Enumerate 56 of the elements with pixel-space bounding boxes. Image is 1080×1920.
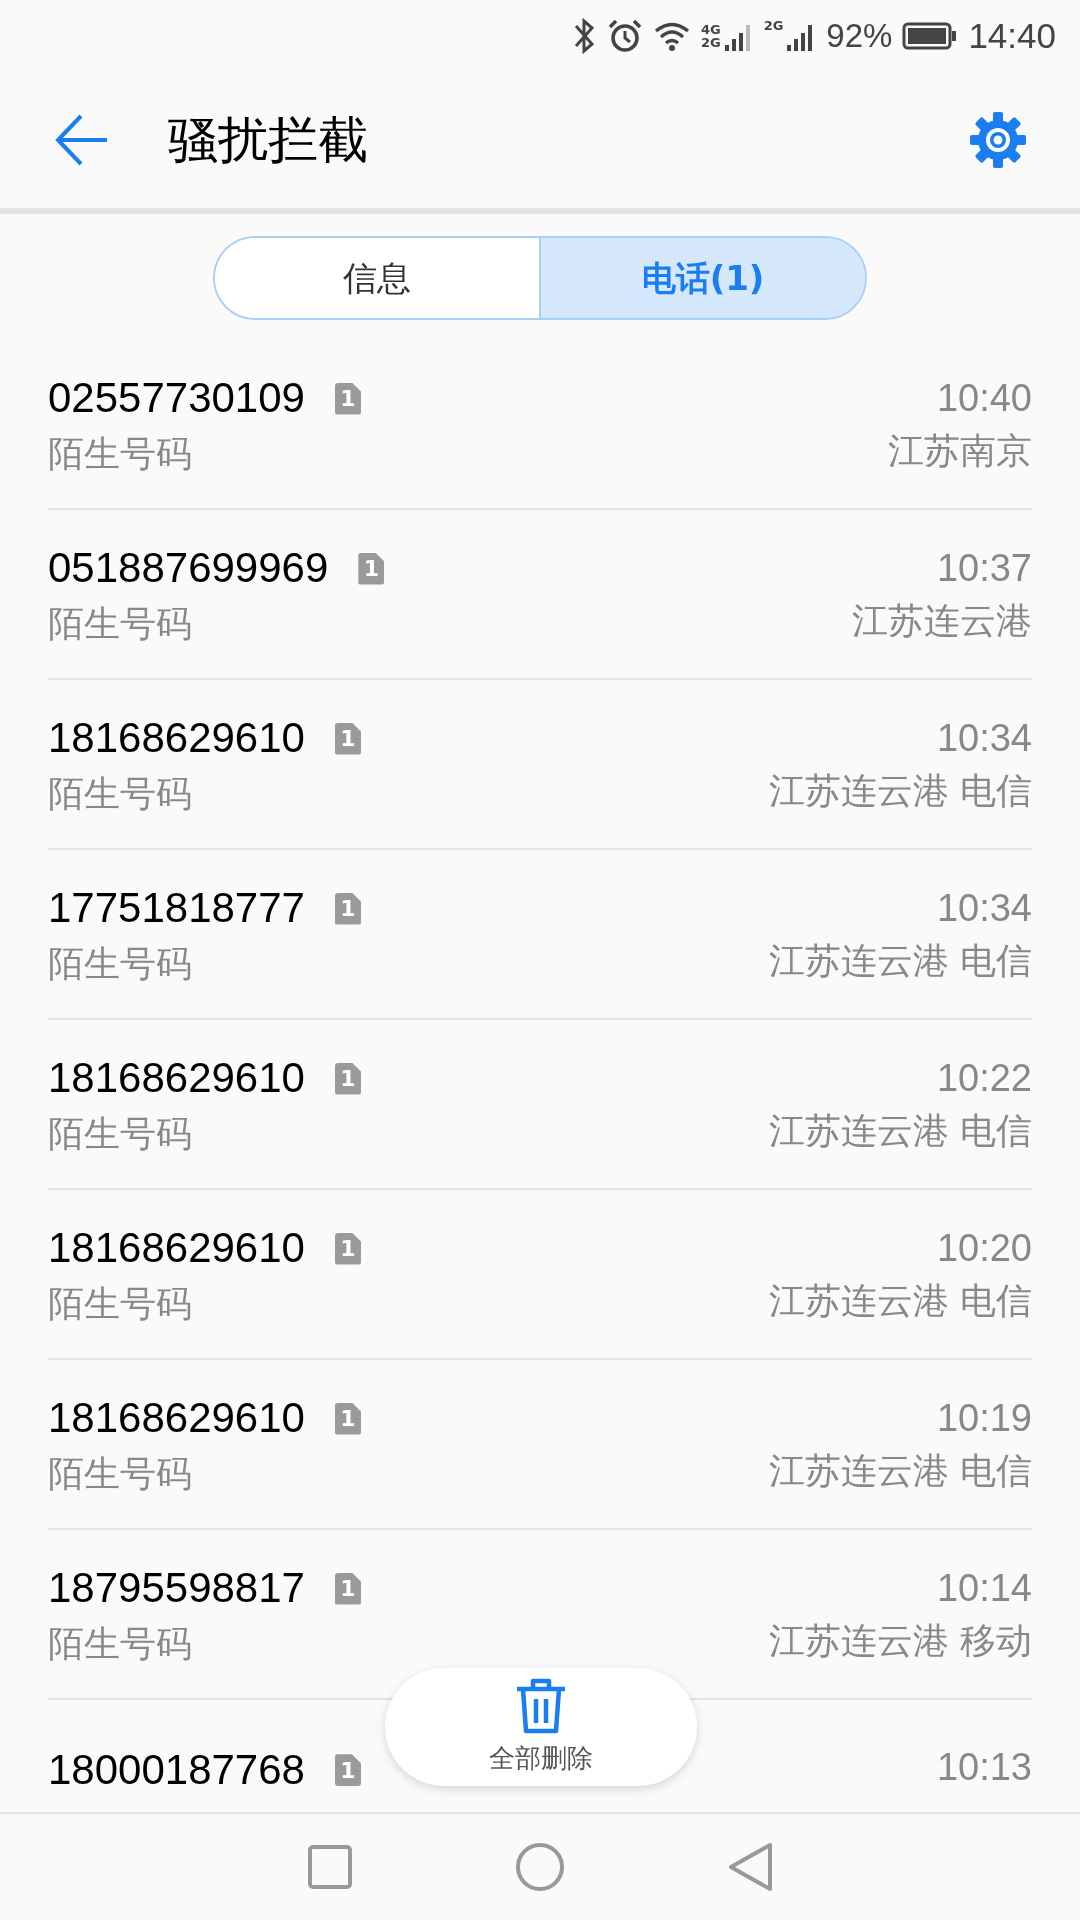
caller-location: 江苏连云港 电信 (768, 1109, 1032, 1154)
caller-location: 江苏连云港 (852, 599, 1032, 644)
caller-label: 陌生号码 (48, 431, 193, 476)
caller-location: 江苏连云港 电信 (768, 1449, 1032, 1494)
caller-location: 江苏南京 (888, 429, 1032, 474)
phone-number: 18168629610 (48, 1393, 305, 1444)
call-time: 10:34 (936, 715, 1032, 761)
network-type-label: 4G (700, 23, 721, 36)
caller-location: 江苏连云港 电信 (768, 769, 1032, 814)
sim-card-icon: 1 (334, 1062, 361, 1095)
phone-number: 18795598817 (48, 1563, 305, 1614)
caller-location: 江苏连云港 电信 (768, 939, 1032, 984)
caller-label: 陌生号码 (48, 1111, 193, 1156)
call-time: 10:37 (936, 545, 1032, 591)
sim-card-icon: 1 (334, 892, 361, 925)
sim-card-icon: 1 (334, 1402, 361, 1435)
caller-location: 江苏连云港 电信 (768, 1279, 1032, 1324)
phone-number: 051887699969 (48, 543, 329, 594)
alarm-icon (606, 18, 643, 54)
caller-label: 陌生号码 (48, 601, 193, 646)
sim-card-icon: 1 (334, 1232, 361, 1265)
phone-number: 18000187768 (48, 1745, 305, 1795)
sim-card-icon: 1 (334, 1754, 361, 1787)
sim-card-icon: 1 (334, 382, 361, 415)
caller-label: 陌生号码 (48, 941, 193, 986)
caller-label: 陌生号码 (48, 1621, 193, 1666)
sim-card-icon: 1 (334, 722, 361, 755)
caller-label: 陌生号码 (48, 1451, 193, 1496)
sim-card-icon: 1 (334, 1572, 361, 1605)
call-time: 10:20 (936, 1225, 1032, 1271)
call-time: 10:13 (936, 1745, 1032, 1790)
phone-number: 18168629610 (48, 1053, 305, 1104)
caller-label: 陌生号码 (48, 1281, 193, 1326)
trash-icon (514, 1676, 568, 1735)
tab[interactable]: 信息 (215, 238, 539, 318)
battery-icon (902, 21, 959, 51)
call-time: 10:22 (936, 1055, 1032, 1101)
phone-number: 18168629610 (48, 1223, 305, 1274)
network-type-label: 2G (700, 36, 721, 49)
wifi-icon (652, 20, 691, 52)
call-time: 10:14 (936, 1565, 1032, 1611)
phone-number: 17751818777 (48, 883, 305, 934)
phone-number: 18168629610 (48, 713, 305, 764)
call-time: 10:34 (936, 885, 1032, 931)
battery-percentage: 92% (826, 16, 893, 57)
call-time: 10:40 (936, 375, 1032, 421)
caller-location: 江苏连云港 移动 (768, 1619, 1032, 1664)
page-title: 骚扰拦截 (168, 109, 369, 171)
network-type-label: 2G (763, 19, 784, 32)
clock-time: 14:40 (968, 14, 1056, 57)
call-time: 10:19 (936, 1395, 1032, 1441)
delete-all-button[interactable]: 全部删除 (385, 1668, 697, 1786)
sim-card-icon: 1 (358, 552, 385, 585)
phone-number: 02557730109 (48, 373, 305, 424)
settings-icon (967, 109, 1029, 171)
caller-label: 陌生号码 (48, 771, 193, 816)
